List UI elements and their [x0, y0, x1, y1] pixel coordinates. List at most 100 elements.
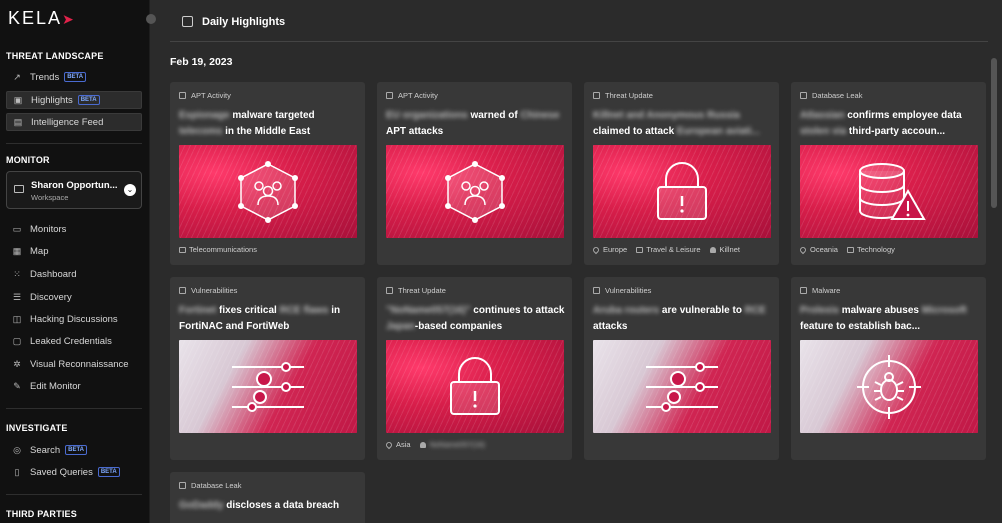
sidebar-item-dashboard[interactable]: ⁙ Dashboard [6, 265, 142, 283]
card-image [593, 340, 771, 433]
sidebar-item-edit-monitor[interactable]: ✎ Edit Monitor [6, 377, 142, 395]
logo-mark-icon: ➤ [62, 11, 76, 27]
sidebar-collapse-button[interactable] [146, 14, 156, 24]
header: Daily Highlights [170, 0, 988, 42]
location-pin-icon [384, 440, 394, 449]
vulnerability-sliders-icon [646, 361, 718, 412]
card-category: Vulnerabilities [179, 286, 237, 295]
sidebar-item-label: Discovery [30, 291, 72, 303]
card-image [179, 340, 357, 433]
card-category: APT Activity [179, 91, 231, 100]
sidebar-item-trends[interactable]: ↗ Trends BETA [6, 68, 142, 86]
kela-logo[interactable]: KELA➤ [8, 8, 76, 29]
monitor-icon: ▭ [12, 223, 22, 234]
highlight-card[interactable]: Vulnerabilities Aruba routers are vulner… [584, 277, 779, 460]
sidebar-item-hacking-discussions[interactable]: ◫ Hacking Discussions [6, 310, 142, 328]
location-pin-icon [798, 245, 808, 254]
category-icon [179, 92, 186, 99]
category-icon [386, 287, 393, 294]
folder-icon [846, 246, 854, 253]
section-title-monitor: MONITOR [6, 155, 50, 165]
card-category: Threat Update [593, 91, 653, 100]
tag-region[interactable]: Europe [591, 245, 627, 254]
highlight-card[interactable]: Database Leak GoDaddy discloses a data b… [170, 472, 365, 523]
date-heading: Feb 19, 2023 [170, 56, 233, 68]
chevron-down-icon[interactable]: ⌄ [124, 184, 136, 196]
card-category: APT Activity [386, 91, 438, 100]
section-title-third-parties: THIRD PARTIES [6, 509, 77, 519]
sidebar-item-highlights[interactable]: ▣ Highlights BETA [6, 91, 142, 109]
tag-actor[interactable]: Killnet [709, 245, 740, 254]
category-icon [593, 92, 600, 99]
card-image [386, 145, 564, 238]
credentials-icon: ▢ [12, 335, 22, 346]
search-shield-icon: ◎ [13, 444, 21, 455]
highlight-card[interactable]: Threat Update "NoName057(16)" continues … [377, 277, 572, 460]
divider [6, 494, 142, 495]
vulnerability-sliders-icon [232, 361, 304, 412]
card-title: Prolexis malware abuses Microsoft featur… [800, 305, 967, 332]
highlight-card[interactable]: Malware Prolexis malware abuses Microsof… [791, 277, 986, 460]
tag-actor[interactable]: NoName057(16) [419, 440, 485, 449]
divider [6, 143, 142, 144]
divider [6, 408, 142, 409]
page-title: Daily Highlights [202, 16, 286, 28]
feed-icon: ▤ [13, 116, 23, 127]
sidebar-item-leaked-credentials[interactable]: ▢ Leaked Credentials [6, 332, 142, 350]
tag-region[interactable]: Oceania [798, 245, 838, 254]
beta-badge: BETA [64, 72, 87, 82]
folder-icon [179, 246, 186, 253]
card-title: "NoName057(16)" continues to attack Japa… [386, 305, 565, 332]
sidebar-item-saved-queries[interactable]: ▯ Saved Queries BETA [6, 463, 142, 481]
apt-group-icon [238, 160, 298, 223]
tag-region[interactable]: Asia [384, 440, 411, 449]
card-category: Database Leak [179, 481, 241, 490]
sidebar: KELA➤ THREAT LANDSCAPE ↗ Trends BETA ▣ H… [0, 0, 150, 523]
grid-icon: ⁙ [13, 268, 21, 279]
sidebar-item-label: Trends [30, 71, 60, 83]
monitor-icon [14, 185, 24, 193]
main-content: Daily Highlights Feb 19, 2023 APT Activi… [150, 0, 1002, 523]
tag-industry[interactable]: Travel & Leisure [636, 245, 701, 254]
sidebar-item-label: Monitors [30, 223, 67, 235]
sidebar-item-intelligence-feed[interactable]: ▤ Intelligence Feed [6, 113, 142, 131]
highlight-card[interactable]: APT Activity Espionage malware targeted … [170, 82, 365, 265]
category-icon [800, 287, 807, 294]
app: KELA➤ THREAT LANDSCAPE ↗ Trends BETA ▣ H… [0, 0, 1002, 523]
card-title: Killnet and Anonymous Russia claimed to … [593, 110, 760, 137]
highlight-card[interactable]: APT Activity EU organizations warned of … [377, 82, 572, 265]
sidebar-item-label: Highlights [31, 94, 73, 106]
card-category: Database Leak [800, 91, 862, 100]
folder-icon [636, 246, 644, 253]
card-image [593, 145, 771, 238]
scrollbar[interactable] [991, 58, 997, 208]
sidebar-item-monitors[interactable]: ▭ Monitors [6, 220, 142, 238]
list-icon: ☰ [12, 291, 22, 302]
category-icon [179, 287, 186, 294]
calendar-icon: ▣ [13, 94, 23, 105]
tag-industry[interactable]: Technology [846, 245, 895, 254]
card-tags: Europe Travel & Leisure Killnet [591, 245, 740, 254]
padlock-icon [657, 161, 707, 220]
category-icon [179, 482, 186, 489]
highlight-card[interactable]: Vulnerabilities Fortinet fixes critical … [170, 277, 365, 460]
card-title: EU organizations warned of Chinese APT a… [386, 110, 560, 137]
sidebar-item-visual-reconnaissance[interactable]: ✲ Visual Reconnaissance [6, 355, 142, 373]
sidebar-item-label: Visual Reconnaissance [30, 358, 129, 370]
card-image [800, 145, 978, 238]
sidebar-item-search[interactable]: ◎ Search BETA [6, 441, 142, 459]
sidebar-item-discovery[interactable]: ☰ Discovery [6, 288, 142, 306]
highlight-card[interactable]: Database Leak Atlassian confirms employe… [791, 82, 986, 265]
workspace-name: Sharon Opportun... [31, 180, 118, 191]
tag-industry[interactable]: Telecommunications [179, 245, 257, 254]
sidebar-item-label: Edit Monitor [30, 380, 81, 392]
workspace-selector[interactable]: Sharon Opportun... Workspace ⌄ [6, 171, 142, 209]
card-image [179, 145, 357, 238]
bug-target-icon [857, 354, 921, 419]
category-icon [593, 287, 600, 294]
card-image [800, 340, 978, 433]
highlight-card[interactable]: Threat Update Killnet and Anonymous Russ… [584, 82, 779, 265]
actor-icon [709, 246, 716, 253]
chat-icon: ◫ [12, 313, 22, 324]
sidebar-item-map[interactable]: ▦ Map [6, 242, 142, 260]
